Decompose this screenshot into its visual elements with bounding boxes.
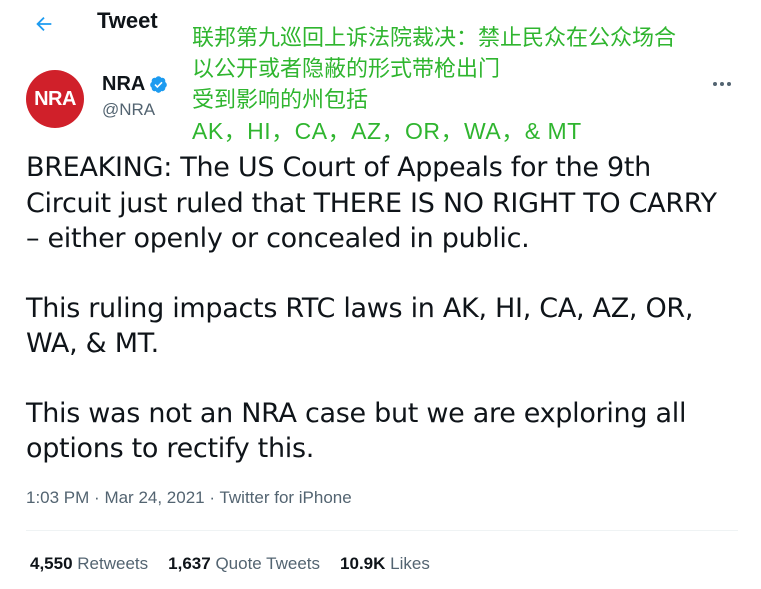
quote-tweets-stat[interactable]: 1,637 Quote Tweets: [168, 554, 320, 574]
meta-separator: ·: [94, 488, 105, 507]
tweet-paragraph: BREAKING: The US Court of Appeals for th…: [26, 152, 717, 254]
tweet-text: BREAKING: The US Court of Appeals for th…: [26, 150, 738, 501]
quote-tweets-count: 1,637: [168, 554, 211, 573]
more-dots-icon: [713, 82, 731, 86]
tweet-source[interactable]: Twitter for iPhone: [219, 488, 351, 507]
tweet-time[interactable]: 1:03 PM: [26, 488, 89, 507]
arrow-left-icon: [36, 16, 52, 32]
author-handle[interactable]: @NRA: [102, 100, 155, 120]
tweet-timestamp: 1:03 PM · Mar 24, 2021 · Twitter for iPh…: [26, 488, 352, 508]
author-name-row[interactable]: NRA: [102, 73, 168, 96]
retweets-label: Retweets: [77, 554, 149, 573]
avatar[interactable]: NRA: [26, 70, 84, 128]
back-button[interactable]: [26, 6, 62, 42]
engagement-stats: 4,550 Retweets 1,637 Quote Tweets 10.9K …: [30, 554, 430, 574]
retweets-stat[interactable]: 4,550 Retweets: [30, 554, 148, 574]
caption-line-1: 联邦第九巡回上诉法院裁决：禁止民众在公众场合: [192, 26, 677, 51]
more-options-button[interactable]: [707, 72, 737, 96]
caption-line-4: AK，HI，CA，AZ，OR，WA，& MT: [192, 118, 582, 144]
likes-count: 10.9K: [340, 554, 386, 573]
tweet-date[interactable]: Mar 24, 2021: [104, 488, 204, 507]
caption-overlay: 联邦第九巡回上诉法院裁决：禁止民众在公众场合 以公开或者隐蔽的形式带枪出门 受到…: [192, 23, 676, 147]
likes-label: Likes: [390, 554, 430, 573]
meta-separator: ·: [209, 488, 220, 507]
tweet-paragraph: This ruling impacts RTC laws in AK, HI, …: [26, 292, 694, 360]
page-title: Tweet: [97, 8, 158, 33]
avatar-logo-text: NRA: [34, 87, 76, 110]
likes-stat[interactable]: 10.9K Likes: [340, 554, 430, 574]
caption-line-3: 受到影响的州包括: [192, 88, 369, 113]
divider: [26, 530, 738, 531]
verified-badge-icon: [150, 76, 168, 93]
retweets-count: 4,550: [30, 554, 73, 573]
caption-line-2: 以公开或者隐蔽的形式带枪出门: [192, 57, 501, 82]
quote-tweets-label: Quote Tweets: [215, 554, 321, 573]
author-name: NRA: [102, 73, 146, 95]
tweet-paragraph: This was not an NRA case but we are expl…: [26, 397, 687, 465]
